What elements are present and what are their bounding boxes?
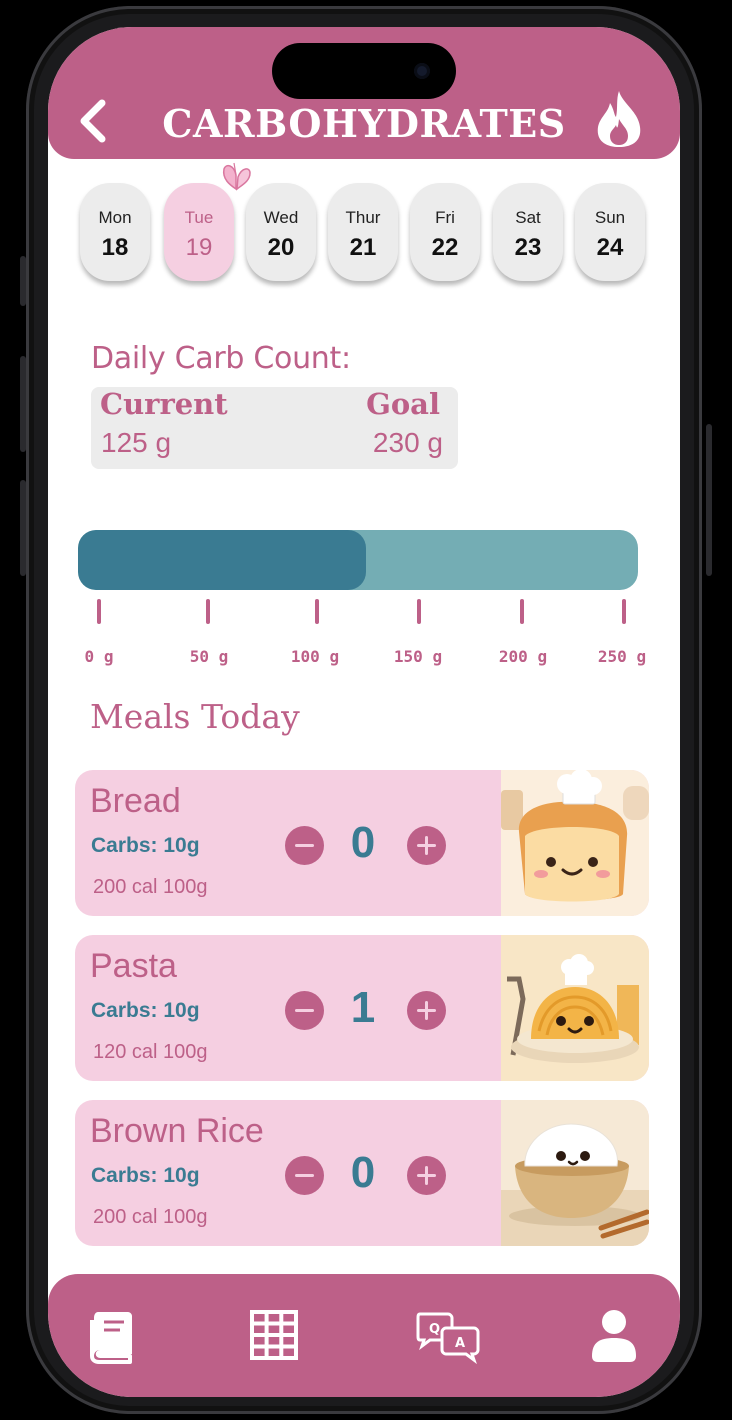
day-tue[interactable]: Tue 19: [164, 183, 234, 281]
meal-quantity: 0: [350, 1148, 376, 1197]
scale-label: 150 g: [393, 647, 443, 666]
scale-label: 100 g: [290, 647, 340, 666]
decrement-button[interactable]: [285, 1156, 324, 1195]
page-title: CARBOHYDRATES: [162, 101, 566, 146]
svg-text:Q: Q: [429, 1322, 440, 1337]
day-fri[interactable]: Fri 22: [410, 183, 480, 281]
day-number: 18: [101, 234, 129, 261]
grid-table-icon: [250, 1310, 298, 1360]
plus-icon-bar: [425, 836, 428, 855]
pasta-illustration: [501, 935, 649, 1081]
scale-tick: [622, 599, 626, 624]
tab-table[interactable]: [244, 1306, 304, 1364]
meal-name: Bread: [90, 782, 181, 820]
day-thur[interactable]: Thur 21: [328, 183, 398, 281]
front-camera: [414, 63, 430, 79]
day-sun[interactable]: Sun 24: [575, 183, 645, 281]
day-wed[interactable]: Wed 20: [246, 183, 316, 281]
day-number: 20: [267, 234, 295, 261]
scale-tick: [417, 599, 421, 624]
dynamic-island: [272, 43, 456, 99]
day-name: Sun: [594, 208, 626, 227]
meal-name: Brown Rice: [90, 1112, 264, 1150]
meal-calories: 200 cal 100g: [93, 876, 208, 898]
meal-quantity: 1: [350, 983, 376, 1032]
flame-icon: [597, 91, 641, 147]
meal-carbs: Carbs: 10g: [91, 999, 200, 1022]
current-label: Current: [100, 387, 228, 421]
decrement-button[interactable]: [285, 826, 324, 865]
meal-name: Pasta: [90, 947, 177, 985]
svg-text:A: A: [455, 1336, 465, 1351]
day-name: Wed: [263, 208, 299, 227]
power-button: [706, 424, 712, 576]
carb-progress-fill: [78, 530, 366, 590]
tab-qa[interactable]: Q A: [416, 1306, 482, 1365]
week-day-selector: Mon 18 Tue 19 Wed 20 Thur 21 Fri 22 Sat …: [80, 183, 650, 283]
carb-progress-bar: [78, 530, 638, 590]
meal-calories: 120 cal 100g: [93, 1041, 208, 1063]
day-number: 19: [185, 234, 213, 261]
rice-illustration: [501, 1100, 649, 1246]
meal-card-bread: Bread Carbs: 10g 200 cal 100g 0: [75, 770, 649, 916]
scale-label: 0 g: [84, 647, 114, 666]
plus-icon-bar: [425, 1001, 428, 1020]
increment-button[interactable]: [407, 991, 446, 1030]
meal-carbs: Carbs: 10g: [91, 834, 200, 857]
day-number: 22: [431, 234, 459, 261]
meal-calories: 200 cal 100g: [93, 1206, 208, 1228]
app-screen: CARBOHYDRATES Mon 18 Tue 19 Wed 20 Thur …: [48, 27, 680, 1397]
butterfly-icon: [222, 162, 251, 191]
user-icon: [592, 1310, 636, 1362]
carb-summary-card: Current Goal 125 g 230 g: [91, 387, 458, 469]
minus-icon: [295, 1009, 314, 1012]
daily-carb-count-label: Daily Carb Count:: [91, 341, 351, 376]
bottom-tab-bar: Q A: [48, 1274, 680, 1397]
goal-value: 230 g: [372, 427, 443, 458]
day-number: 21: [349, 234, 377, 261]
meals-today-heading: Meals Today: [90, 697, 300, 736]
qa-chat-icon: Q A: [416, 1312, 480, 1365]
scale-label: 50 g: [189, 647, 229, 666]
scale-tick: [97, 599, 101, 624]
meal-card-pasta: Pasta Carbs: 10g 120 cal 100g 1: [75, 935, 649, 1081]
tab-book[interactable]: [80, 1306, 140, 1364]
decrement-button[interactable]: [285, 991, 324, 1030]
scale-tick: [206, 599, 210, 624]
day-name: Tue: [184, 208, 214, 227]
current-value: 125 g: [101, 427, 172, 458]
minus-icon: [295, 1174, 314, 1177]
increment-button[interactable]: [407, 826, 446, 865]
scale-label: 200 g: [498, 647, 548, 666]
day-number: 23: [514, 234, 542, 261]
scale-tick: [520, 599, 524, 624]
day-name: Mon: [98, 208, 132, 227]
flame-button[interactable]: [592, 89, 646, 149]
meal-carbs: Carbs: 10g: [91, 1164, 200, 1187]
book-icon: [90, 1312, 132, 1364]
plus-icon-bar: [425, 1166, 428, 1185]
scale-tick: [315, 599, 319, 624]
day-mon[interactable]: Mon 18: [80, 183, 150, 281]
scale-label: 250 g: [597, 647, 647, 666]
bread-illustration: [501, 770, 649, 916]
day-number: 24: [596, 234, 624, 261]
day-sat[interactable]: Sat 23: [493, 183, 563, 281]
goal-label: Goal: [366, 387, 440, 421]
meal-quantity: 0: [350, 818, 376, 867]
tab-profile[interactable]: [584, 1306, 644, 1364]
day-name: Fri: [435, 208, 455, 227]
meal-card-brown-rice: Brown Rice Carbs: 10g 200 cal 100g 0: [75, 1100, 649, 1246]
day-name: Sat: [515, 208, 541, 227]
increment-button[interactable]: [407, 1156, 446, 1195]
minus-icon: [295, 844, 314, 847]
day-name: Thur: [345, 208, 381, 227]
